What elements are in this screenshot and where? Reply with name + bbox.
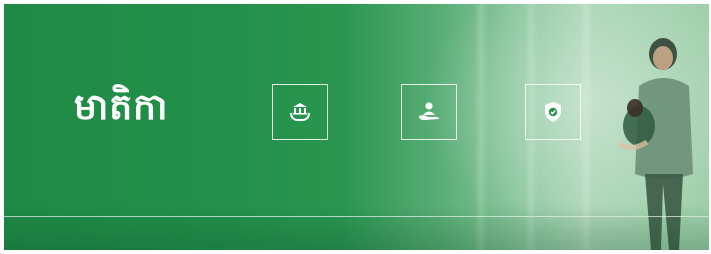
insurance-protection-button[interactable]	[525, 84, 581, 140]
page-title: មាតិកា	[74, 87, 169, 128]
social-care-button[interactable]	[401, 84, 457, 140]
bank-hands-icon	[290, 103, 310, 121]
hero-banner: មាតិកា	[4, 4, 709, 250]
person-care-icon	[419, 102, 439, 120]
floor-shade	[4, 204, 709, 250]
social-protection-button[interactable]	[272, 84, 328, 140]
shield-check-icon	[545, 102, 561, 122]
divider-line	[4, 216, 709, 217]
